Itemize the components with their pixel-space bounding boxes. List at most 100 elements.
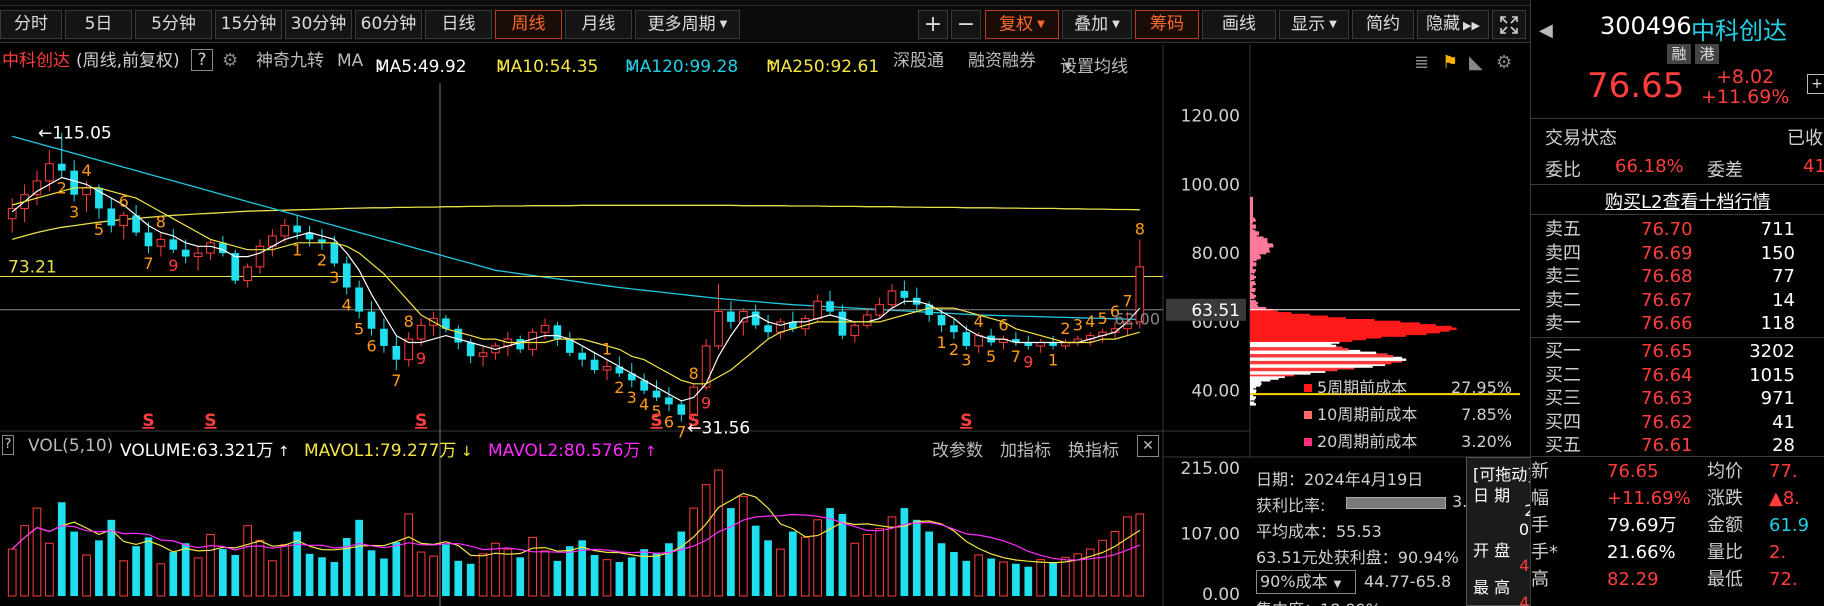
stat-row: 高 82.29 最低 72. bbox=[1531, 569, 1824, 591]
bid-volume: 3202 bbox=[1749, 341, 1795, 362]
weibi-value: 66.18% bbox=[1615, 156, 1684, 177]
stat-value: 82.29 bbox=[1607, 569, 1659, 590]
volume-bar bbox=[181, 543, 190, 596]
volume-ma-lines bbox=[11, 492, 1141, 564]
profit-at-price: 63.51元处获利盘：90.94% bbox=[1256, 548, 1459, 567]
volume-bar bbox=[565, 546, 574, 596]
bid-row[interactable]: 买一 76.65 3202 bbox=[1531, 341, 1824, 363]
current-price-tag: 63.51 bbox=[1191, 301, 1240, 321]
volume-bar bbox=[615, 562, 624, 596]
volume-bar bbox=[937, 543, 946, 596]
volume-bar bbox=[255, 539, 265, 597]
td-number: 6 bbox=[998, 316, 1008, 335]
td-number: 1 bbox=[1048, 350, 1058, 369]
volume-bar bbox=[987, 558, 995, 596]
switch-indicator-link[interactable]: 换指标 bbox=[1068, 436, 1119, 461]
candle-body bbox=[280, 225, 290, 237]
add-indicator-link[interactable]: 加指标 bbox=[1000, 436, 1051, 461]
td-number: 5 bbox=[986, 347, 996, 366]
volume-bar bbox=[738, 495, 748, 597]
candle-body bbox=[838, 311, 847, 336]
change-params-link[interactable]: 改参数 bbox=[932, 436, 983, 461]
price-tick-label: 100.00 bbox=[1181, 175, 1240, 195]
td-number: 2 bbox=[317, 251, 327, 270]
volume-bar bbox=[367, 550, 376, 596]
volume-bar bbox=[355, 519, 363, 596]
candle-body bbox=[974, 335, 984, 347]
stat-value: 79.69万 bbox=[1607, 515, 1677, 536]
mavol1-value: MAVOL1:79.277万 ↓ bbox=[304, 436, 473, 461]
td-number: 8 bbox=[1135, 219, 1145, 238]
stat-value: +11.69% bbox=[1607, 488, 1691, 509]
bid-row[interactable]: 买五 76.61 28 bbox=[1531, 435, 1824, 457]
td-number: 8 bbox=[156, 213, 166, 232]
volume-bar bbox=[156, 563, 166, 597]
candle-body bbox=[206, 242, 215, 254]
ask-label: 卖三 bbox=[1545, 266, 1581, 287]
volume-bar bbox=[999, 561, 1008, 597]
volume-bar bbox=[95, 540, 103, 596]
volume-bar bbox=[875, 528, 884, 597]
td-number: 5 bbox=[94, 220, 104, 239]
ask-row[interactable]: 卖一 76.66 118 bbox=[1531, 313, 1824, 335]
candle-body bbox=[293, 225, 302, 233]
stat-label: 涨跌 bbox=[1707, 488, 1743, 509]
volume-bar bbox=[1061, 556, 1070, 597]
volume-bar bbox=[1098, 539, 1107, 597]
candle-body bbox=[553, 325, 562, 340]
stat-value: 76.65 bbox=[1607, 461, 1659, 482]
bid-label: 买三 bbox=[1545, 388, 1581, 409]
cost-select[interactable]: 90%成本 ▼ bbox=[1256, 570, 1356, 594]
bid-volume: 1015 bbox=[1749, 364, 1795, 386]
secondary-price-tag: 62.00 bbox=[1114, 309, 1160, 328]
arrow-up-icon: ↑ bbox=[273, 444, 290, 460]
price-tick-label: 80.00 bbox=[1191, 244, 1240, 264]
td-number: 7 bbox=[1011, 347, 1021, 366]
arrow-down-icon: ↓ bbox=[456, 444, 473, 460]
candle-body bbox=[727, 311, 735, 322]
bid-row[interactable]: 买三 76.63 971 bbox=[1531, 388, 1824, 410]
ask-row[interactable]: 卖三 76.68 77 bbox=[1531, 266, 1824, 288]
s-marker: S bbox=[415, 411, 427, 431]
ask-volume: 77 bbox=[1772, 266, 1795, 287]
chip-distribution bbox=[1250, 196, 1520, 406]
volume-bar bbox=[491, 542, 500, 597]
volume-bar bbox=[20, 525, 29, 597]
ask-label: 卖一 bbox=[1545, 313, 1581, 334]
candle-body bbox=[416, 324, 426, 340]
candle-body bbox=[875, 304, 884, 316]
add-watchlist-button[interactable]: + bbox=[1807, 74, 1824, 94]
prev-stock-icon[interactable]: ◀ bbox=[1539, 20, 1553, 41]
stat-label: 手 bbox=[1531, 515, 1549, 536]
bid-row[interactable]: 买四 76.62 41 bbox=[1531, 412, 1824, 434]
close-indicator-button[interactable]: ✕ bbox=[1137, 435, 1159, 457]
stat-label: 高 bbox=[1531, 569, 1549, 590]
ask-row[interactable]: 卖二 76.67 14 bbox=[1531, 290, 1824, 312]
volume-bar bbox=[478, 553, 488, 597]
volume-bar bbox=[132, 546, 140, 596]
ask-row[interactable]: 卖四 76.69 150 bbox=[1531, 243, 1824, 265]
stat-value: 77. bbox=[1769, 461, 1798, 482]
ask-label: 卖四 bbox=[1545, 242, 1581, 264]
td-number: 2 bbox=[1060, 319, 1070, 338]
volume-bar bbox=[677, 531, 686, 596]
volume-bar bbox=[912, 519, 921, 596]
candle-body bbox=[193, 252, 203, 258]
candle-body bbox=[764, 325, 772, 333]
ask-row[interactable]: 卖五 76.70 711 bbox=[1531, 219, 1824, 241]
l2-link[interactable]: 购买L2查看十档行情 bbox=[1605, 188, 1770, 214]
volume-bar bbox=[813, 519, 822, 597]
candle-body bbox=[82, 187, 91, 196]
vol-label: VOL(5,10) bbox=[28, 436, 114, 456]
volume-bar bbox=[1110, 531, 1120, 597]
volume-bar bbox=[119, 560, 129, 597]
stat-label: 幅 bbox=[1531, 488, 1549, 509]
stat-value: ▲8. bbox=[1769, 488, 1801, 509]
volume-bar bbox=[862, 533, 872, 597]
stat-label: 最低 bbox=[1707, 569, 1743, 590]
vol-help-button[interactable]: ? bbox=[2, 435, 14, 455]
ask-price: 76.70 bbox=[1641, 219, 1693, 240]
bid-row[interactable]: 买二 76.64 1015 bbox=[1531, 365, 1824, 387]
volume-tick-label: 215.00 bbox=[1181, 459, 1240, 479]
ask-volume: 118 bbox=[1760, 313, 1795, 334]
